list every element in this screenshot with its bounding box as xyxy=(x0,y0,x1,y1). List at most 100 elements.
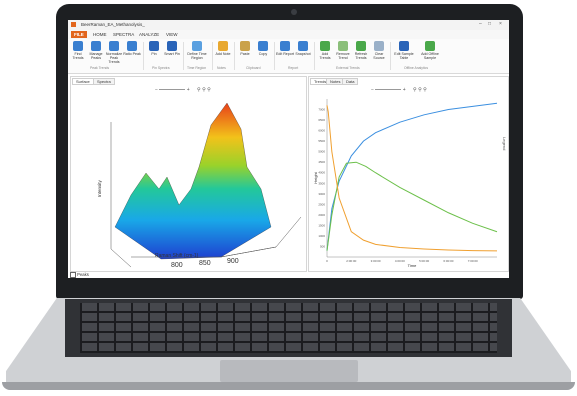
expand-icon[interactable] xyxy=(70,272,76,278)
tab-file[interactable]: FILE xyxy=(71,31,87,38)
group-label: Time Region xyxy=(187,66,207,70)
group-label: Notes xyxy=(217,66,226,70)
y-tick-label: 6000 xyxy=(318,129,325,133)
normalize-icon xyxy=(109,41,119,51)
add-offline-sample-button[interactable]: Add Offline Sample xyxy=(418,41,442,60)
surface-plot: 800 850 900 Raman Shift (cm-1) Intensity xyxy=(97,102,302,269)
surface-mesh xyxy=(114,102,272,260)
x-tick-label: 5:00:00 xyxy=(419,259,429,263)
x-tick: 850 xyxy=(199,260,211,267)
y-tick-label: 500 xyxy=(320,244,325,248)
define-time-region-button[interactable]: Define Time Region xyxy=(185,41,209,60)
separator xyxy=(212,42,213,70)
series-line xyxy=(326,102,498,251)
normalize-peak-trends-button[interactable]: Normalize Peak Trends xyxy=(105,41,123,64)
separator xyxy=(234,42,235,70)
paste-button[interactable]: Paste xyxy=(236,41,254,56)
menu-tab-row: FILE HOME SPECTRA ANALYZE VIEW xyxy=(68,30,509,39)
button-label: Refresh Trends xyxy=(354,52,368,60)
group-label: Peak Trends xyxy=(90,66,110,70)
y-tick-label: 6500 xyxy=(318,118,325,122)
button-label: Edit Report xyxy=(276,52,294,56)
trend-chart: Legend 500 1000 1500 2000 2500 3000 3500 4000 45… xyxy=(313,99,507,268)
camera-icon xyxy=(298,41,308,51)
clear-source-button[interactable]: Clear Source xyxy=(370,41,388,60)
separator xyxy=(143,42,144,70)
ribbon: Find Trends Manage Peaks Normalize Peak … xyxy=(68,39,509,74)
add-trend-icon xyxy=(320,41,330,51)
x-tick: 800 xyxy=(171,262,183,269)
minimize-icon[interactable]: – xyxy=(479,21,482,27)
button-label: Copy xyxy=(258,52,268,56)
remove-trend-button[interactable]: Remove Trend xyxy=(334,41,352,60)
touchpad xyxy=(220,360,358,382)
y-tick-label: 2500 xyxy=(318,202,325,206)
y-tick-label: 1500 xyxy=(318,223,325,227)
sample-icon xyxy=(425,41,435,51)
pin-button[interactable]: Pin xyxy=(145,41,163,56)
trend-icon xyxy=(73,41,83,51)
z-axis-line xyxy=(110,122,132,268)
table-icon xyxy=(399,41,409,51)
button-label: Manage Peaks xyxy=(89,52,103,60)
trends-panel: Trends Notes Data − + ⚲ ⚲ ⚲ Legend 500 10… xyxy=(308,76,509,272)
paste-icon xyxy=(240,41,250,51)
tab-home[interactable]: HOME xyxy=(90,31,110,38)
note-icon xyxy=(218,41,228,51)
peaks-icon xyxy=(91,41,101,51)
snapshot-button[interactable]: Snapshot xyxy=(294,41,312,56)
status-peaks-label: Peaks xyxy=(77,272,89,278)
y-axis-label: Height xyxy=(313,171,318,183)
surface-panel: Surface Spectra − + ⚲ ⚲ ⚲ 800 850 900 Ra… xyxy=(70,76,307,272)
button-label: Paste xyxy=(240,52,250,56)
time-region-icon xyxy=(192,41,202,51)
refresh-trends-button[interactable]: Refresh Trends xyxy=(352,41,370,60)
x-tick-label: 4:00:00 xyxy=(395,259,405,263)
separator xyxy=(183,42,184,70)
legend-label[interactable]: Legend xyxy=(502,137,507,150)
button-label: Smart Pin xyxy=(164,52,180,56)
manage-peaks-button[interactable]: Manage Peaks xyxy=(87,41,105,60)
x-axis-label: Raman Shift (cm-1) xyxy=(155,253,199,259)
pin-icon xyxy=(149,41,159,51)
button-label: Define Time Region xyxy=(187,52,207,60)
group-label: Offline Analytics xyxy=(404,66,429,70)
laptop-front-edge xyxy=(2,382,575,390)
group-label: Report xyxy=(288,66,299,70)
tab-spectra[interactable]: SPECTRA xyxy=(110,31,137,38)
button-label: Edit Sample Table xyxy=(394,52,414,60)
add-note-button[interactable]: Add Note xyxy=(214,41,232,56)
tab-view[interactable]: VIEW xyxy=(163,31,181,38)
button-label: Add Note xyxy=(215,52,231,56)
y-tick-label: 4000 xyxy=(318,171,325,175)
button-label: Clear Source xyxy=(373,52,385,60)
y-tick-label: 4500 xyxy=(318,160,325,164)
y-tick-label: 1000 xyxy=(318,234,325,238)
x-tick-label: 0 xyxy=(326,259,328,263)
button-label: Ratio Peak xyxy=(123,52,141,56)
close-icon[interactable]: × xyxy=(499,21,502,27)
copy-button[interactable]: Copy xyxy=(254,41,272,56)
separator xyxy=(314,42,315,70)
maximize-icon[interactable]: □ xyxy=(488,21,491,27)
smart-pin-icon xyxy=(167,41,177,51)
button-label: Add Trends xyxy=(319,52,331,60)
refresh-icon xyxy=(356,41,366,51)
remove-trend-icon xyxy=(338,41,348,51)
button-label: Add Offline Sample xyxy=(421,52,439,60)
find-trends-button[interactable]: Find Trends xyxy=(69,41,87,60)
app-window: BeerRaman_EA_Methanolysis_ – □ × FILE HO… xyxy=(68,20,509,278)
copy-icon xyxy=(258,41,268,51)
y-tick-label: 5000 xyxy=(318,150,325,154)
button-label: Snapshot xyxy=(295,52,311,56)
smart-pin-button[interactable]: Smart Pin xyxy=(163,41,181,56)
ratio-peak-button[interactable]: Ratio Peak xyxy=(123,41,141,56)
add-trends-button[interactable]: Add Trends xyxy=(316,41,334,60)
x-tick-label: 3:00:00 xyxy=(371,259,381,263)
edit-report-button[interactable]: Edit Report xyxy=(276,41,294,56)
edit-sample-table-button[interactable]: Edit Sample Table xyxy=(392,41,416,60)
y-tick-label: 2000 xyxy=(318,213,325,217)
z-axis-label: Intensity xyxy=(97,179,102,197)
tab-analyze[interactable]: ANALYZE xyxy=(136,31,162,38)
status-bar: Peaks xyxy=(70,272,170,278)
